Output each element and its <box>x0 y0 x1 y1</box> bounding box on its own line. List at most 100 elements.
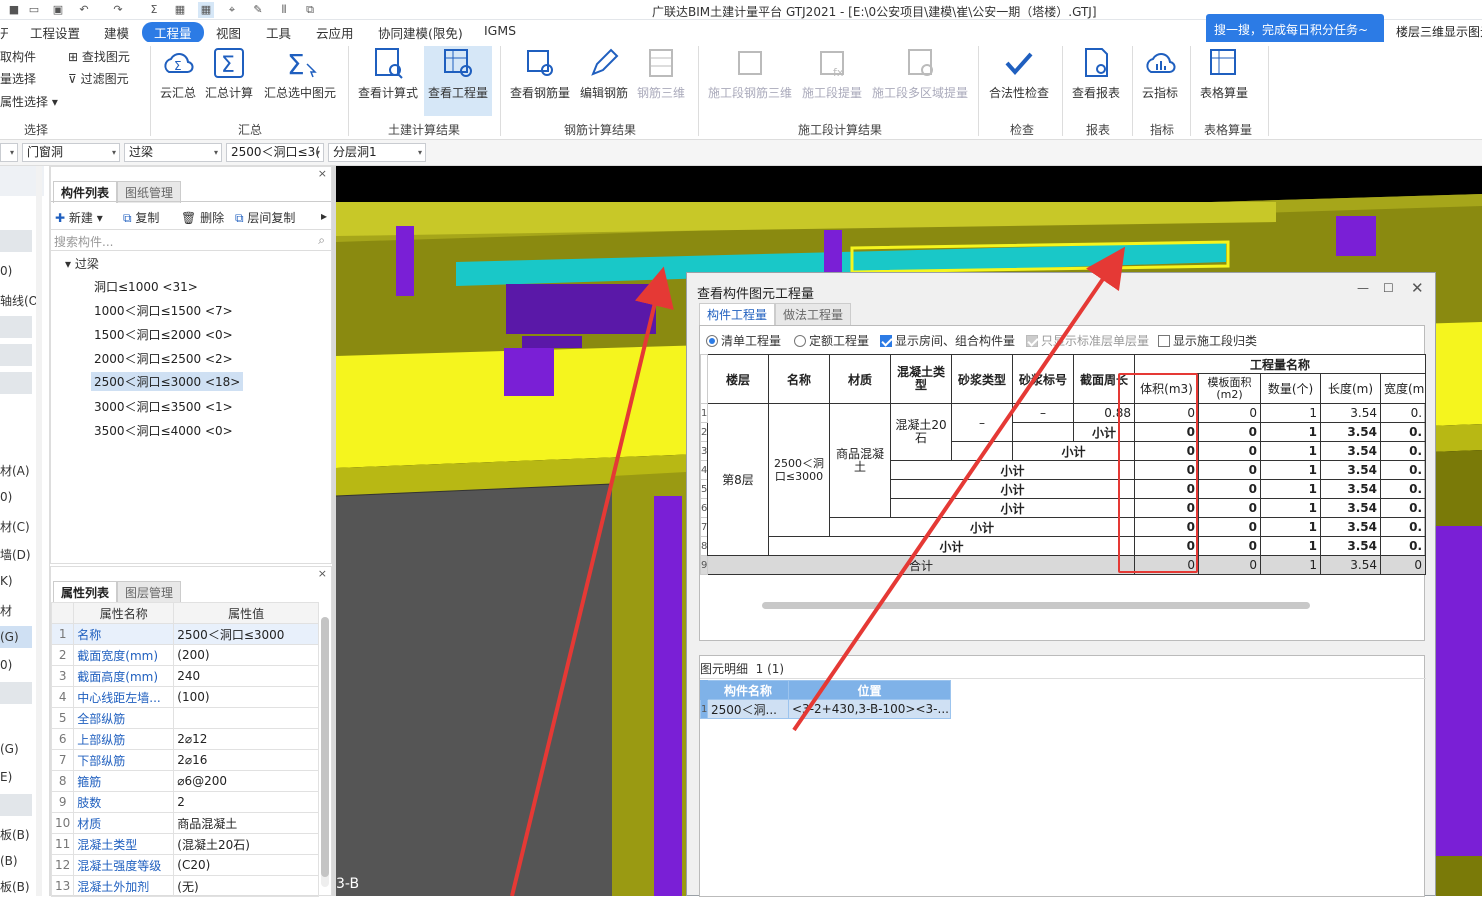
property-row[interactable]: 1 名称 2500＜洞口≤3000 <box>50 623 319 645</box>
menu-quantities[interactable]: 工程量 <box>142 22 204 43</box>
tree-item-selected[interactable]: 2500＜洞口≤3000 <18> <box>91 372 244 391</box>
find-element[interactable]: ⊞ 查找图元 <box>68 48 130 65</box>
property-row[interactable]: 8 箍筋 ⌀6@200 <box>50 770 319 792</box>
close-icon[interactable]: × <box>318 567 327 580</box>
nav-item[interactable]: E) <box>0 770 12 784</box>
property-value[interactable]: (混凝土20石) <box>173 833 319 855</box>
property-value[interactable]: 商品混凝土 <box>173 812 319 834</box>
snap-icon[interactable]: ⌖ <box>224 2 240 18</box>
property-value[interactable]: 2⌀16 <box>173 749 319 771</box>
property-value[interactable]: (100) <box>173 686 319 708</box>
property-value[interactable]: (200) <box>173 644 319 666</box>
property-row[interactable]: 2 截面宽度(mm) (200) <box>50 644 319 666</box>
property-value[interactable]: ⌀6@200 <box>173 770 319 792</box>
radio-qingdan[interactable]: 清单工程量 <box>706 332 781 349</box>
tab-component-quantity[interactable]: 构件工程量 <box>699 303 776 325</box>
tree-item[interactable]: 3500＜洞口≤4000 <0> <box>94 422 233 439</box>
property-row[interactable]: 5 全部纵筋 <box>50 707 319 729</box>
bar-icon[interactable]: ⦀ <box>276 2 292 18</box>
summary-selected-button[interactable]: Σ 汇总选中图元 <box>262 46 338 101</box>
menu-igms[interactable]: IGMS <box>484 23 516 38</box>
nav-item[interactable]: 材(A) <box>0 462 30 479</box>
tab-layer-manage[interactable]: 图层管理 <box>117 581 182 603</box>
view-formula-button[interactable]: 查看计算式 <box>356 46 420 101</box>
minimize-icon[interactable]: — <box>1357 281 1369 295</box>
view-grid-icon[interactable]: ▦ <box>198 2 214 18</box>
summary-calc-button[interactable]: Σ 汇总计算 <box>204 46 254 101</box>
horizontal-scrollbar[interactable] <box>762 602 1310 609</box>
nav-item[interactable]: 墙(D) <box>0 546 31 563</box>
segment-extract-button[interactable]: fx 施工段提量 <box>800 46 864 101</box>
property-value[interactable] <box>173 707 319 729</box>
table-row-total[interactable]: 9 合计 0 0 1 3.54 0 <box>700 555 1427 575</box>
combo-component[interactable]: 2500＜洞口≤3(▾ <box>226 143 324 162</box>
menu-tools[interactable]: 工具 <box>266 23 291 42</box>
nav-item[interactable]: K) <box>0 574 13 588</box>
tab-property-list[interactable]: 属性列表 <box>53 581 118 603</box>
delete-button[interactable]: 🗑 删除 <box>181 209 224 226</box>
property-row[interactable]: 3 截面高度(mm) 240 <box>50 665 319 687</box>
combo-layer[interactable]: 分层洞1 ▾ <box>328 143 426 162</box>
property-value[interactable]: 2500＜洞口≤3000 <box>173 623 319 645</box>
nav-item[interactable]: (B) <box>0 854 18 868</box>
property-value[interactable]: (C20) <box>173 854 319 876</box>
segment-rebar-3d-button[interactable]: 施工段钢筋三维 <box>706 46 794 101</box>
table-row[interactable]: 8 小计 0 0 1 3.54 0. <box>700 536 1427 556</box>
cloud-summary-button[interactable]: Σ 云汇总 <box>156 46 200 101</box>
rebar-3d-button[interactable]: 钢筋三维 <box>636 46 686 101</box>
tree-root[interactable]: ▾ 过梁 <box>65 255 99 272</box>
open-icon[interactable]: ▭ <box>26 2 42 18</box>
nav-item[interactable]: 板(B) <box>0 826 30 843</box>
close-icon[interactable]: × <box>318 167 327 180</box>
copy-button[interactable]: ⧉ 复制 <box>123 209 159 226</box>
new-button[interactable]: ✚ 新建 ▾ <box>55 209 103 226</box>
property-row[interactable]: 12 混凝土强度等级 (C20) <box>50 854 319 876</box>
select-by-attr[interactable]: 按属性选择 ▾ <box>0 93 58 110</box>
tab-method-quantity[interactable]: 做法工程量 <box>775 303 852 325</box>
nav-item[interactable]: 材(C) <box>0 518 30 535</box>
tree-item[interactable]: 1000＜洞口≤1500 <7> <box>94 302 233 319</box>
more-icon[interactable]: ▸ <box>321 209 327 223</box>
menu-cloud[interactable]: 云应用 <box>316 23 354 42</box>
pen-icon[interactable]: ✎ <box>250 2 266 18</box>
sum-icon[interactable]: Σ <box>146 2 162 18</box>
property-value[interactable]: 240 <box>173 665 319 687</box>
check-show-segment[interactable]: 显示施工段归类 <box>1158 332 1257 349</box>
property-value[interactable]: 2⌀12 <box>173 728 319 750</box>
close-icon[interactable]: ✕ <box>1411 279 1424 297</box>
legality-check-button[interactable]: 合法性检查 <box>986 46 1052 101</box>
combo-floor[interactable]: ▾ <box>0 143 18 162</box>
view-report-button[interactable]: 查看报表 <box>1068 46 1124 101</box>
menu-modeling[interactable]: 建模 <box>104 23 129 42</box>
menu-collab[interactable]: 协同建模(限免) <box>378 23 463 42</box>
filter-element[interactable]: ⊽ 过滤图元 <box>68 70 129 87</box>
tree-item[interactable]: 1500＜洞口≤2000 <0> <box>94 326 233 343</box>
undo-icon[interactable]: ↶ <box>76 2 92 18</box>
menu-start[interactable]: 开始 <box>0 23 8 42</box>
tree-item[interactable]: 3000＜洞口≤3500 <1> <box>94 398 233 415</box>
property-row[interactable]: 4 中心线距左墙... (100) <box>50 686 319 708</box>
maximize-icon[interactable]: ☐ <box>1383 281 1394 295</box>
nav-item-selected[interactable]: (G) <box>0 630 19 644</box>
property-row[interactable]: 7 下部纵筋 2⌀16 <box>50 749 319 771</box>
segment-multi-extract-button[interactable]: 施工段多区域提量 <box>870 46 970 101</box>
combo-category[interactable]: 门窗洞 ▾ <box>22 143 120 162</box>
detail-row[interactable]: 1 2500＜洞... <3-2+430,3-B-100><3-... <box>700 699 951 719</box>
nav-item[interactable]: 0) <box>0 264 12 278</box>
check-std-only[interactable]: 只显示标准层单层量 <box>1026 332 1149 349</box>
tab-component-list[interactable]: 构件列表 <box>53 181 118 203</box>
tree-item[interactable]: 2000＜洞口≤2500 <2> <box>94 350 233 367</box>
radio-dinge[interactable]: 定额工程量 <box>794 332 869 349</box>
check-show-room[interactable]: 显示房间、组合构件量 <box>880 332 1015 349</box>
table-calc-button[interactable]: 表格算量 <box>1196 46 1252 101</box>
redo-icon[interactable]: ↷ <box>110 2 126 18</box>
combo-type[interactable]: 过梁 ▾ <box>124 143 222 162</box>
nav-item[interactable]: 材 <box>0 602 12 619</box>
property-row[interactable]: 6 上部纵筋 2⌀12 <box>50 728 319 750</box>
view-rebar-button[interactable]: 查看钢筋量 <box>508 46 572 101</box>
property-value[interactable]: 2 <box>173 791 319 813</box>
search-input[interactable]: 搜索构件... <box>54 233 113 250</box>
search-box[interactable]: 搜索构件... ⌕ <box>51 229 331 251</box>
edit-rebar-button[interactable]: 编辑钢筋 <box>578 46 630 101</box>
scrollbar[interactable] <box>321 617 329 887</box>
